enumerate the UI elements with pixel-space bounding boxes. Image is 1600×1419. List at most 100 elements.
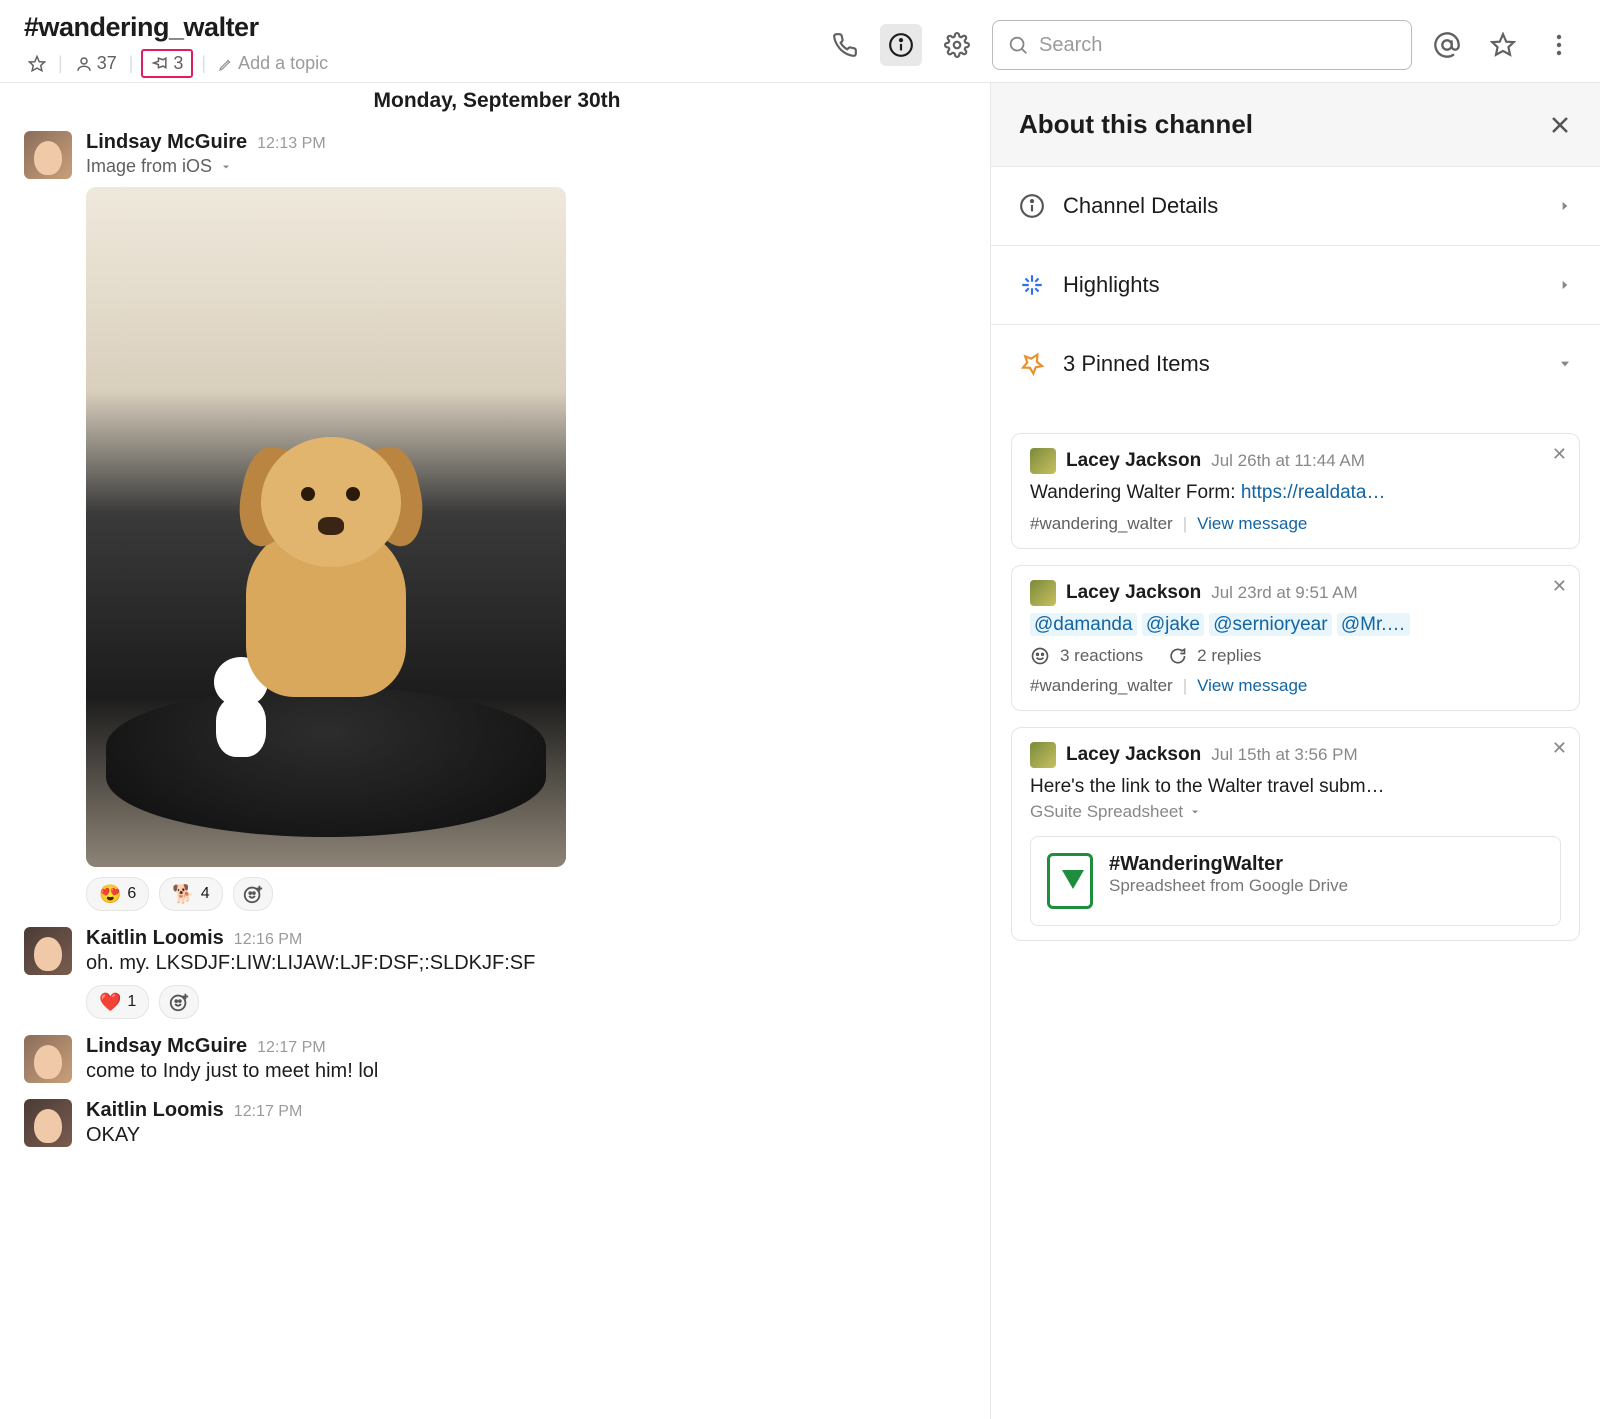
remove-pin-button[interactable]: ✕	[1552, 444, 1567, 465]
info-icon	[1019, 193, 1045, 219]
message: Lindsay McGuire 12:17 PM come to Indy ju…	[24, 1027, 970, 1091]
view-message-link[interactable]: View message	[1197, 676, 1307, 696]
call-button[interactable]	[824, 24, 866, 66]
image-attachment[interactable]	[86, 187, 566, 867]
mentions-button[interactable]	[1426, 24, 1468, 66]
pin-channel: #wandering_walter	[1030, 514, 1173, 534]
at-icon	[1433, 31, 1461, 59]
dog-icon: 🐕	[172, 884, 194, 905]
close-panel-button[interactable]	[1548, 113, 1572, 137]
add-reaction-button[interactable]	[233, 877, 273, 911]
gear-icon	[944, 32, 970, 58]
reactions-count: 3 reactions	[1060, 646, 1143, 666]
more-button[interactable]	[1538, 24, 1580, 66]
heart-icon: ❤️	[99, 992, 121, 1013]
search-box[interactable]	[992, 20, 1412, 70]
pin-author: Lacey Jackson	[1066, 582, 1201, 604]
mention[interactable]: @jake	[1142, 613, 1204, 636]
message-text: OKAY	[86, 1124, 970, 1147]
add-reaction-button[interactable]	[159, 985, 199, 1019]
pinned-item[interactable]: ✕ Lacey Jackson Jul 26th at 11:44 AM Wan…	[1011, 433, 1580, 549]
remove-pin-button[interactable]: ✕	[1552, 738, 1567, 759]
add-topic-button[interactable]: Add a topic	[214, 51, 332, 76]
search-icon	[1007, 34, 1029, 56]
message-time: 12:17 PM	[234, 1103, 302, 1121]
search-input[interactable]	[1039, 34, 1397, 57]
avatar[interactable]	[24, 927, 72, 975]
star-channel-button[interactable]	[24, 53, 50, 75]
pin-time: Jul 15th at 3:56 PM	[1211, 745, 1357, 765]
pin-icon	[151, 55, 169, 73]
date-divider: Monday, September 30th	[24, 89, 970, 113]
highlights-row[interactable]: Highlights	[991, 246, 1600, 325]
avatar[interactable]	[24, 1035, 72, 1083]
avatar	[1030, 742, 1056, 768]
pencil-icon	[218, 56, 234, 72]
channel-name[interactable]: #wandering_walter	[24, 12, 544, 43]
view-message-link[interactable]: View message	[1197, 514, 1307, 534]
settings-button[interactable]	[936, 24, 978, 66]
reaction[interactable]: 😍6	[86, 877, 149, 911]
message-text: come to Indy just to meet him! lol	[86, 1060, 970, 1083]
attachment-title: #WanderingWalter	[1109, 853, 1348, 876]
info-button[interactable]	[880, 24, 922, 66]
message-author[interactable]: Lindsay McGuire	[86, 1035, 247, 1058]
message-author[interactable]: Kaitlin Loomis	[86, 1099, 224, 1122]
pin-time: Jul 23rd at 9:51 AM	[1211, 583, 1357, 603]
message-author[interactable]: Kaitlin Loomis	[86, 927, 224, 950]
channel-details-row[interactable]: Channel Details	[991, 167, 1600, 246]
star-items-button[interactable]	[1482, 24, 1524, 66]
avatar[interactable]	[24, 131, 72, 179]
mention[interactable]: @Mr.…	[1337, 613, 1410, 636]
message-author[interactable]: Lindsay McGuire	[86, 131, 247, 154]
about-panel: About this channel Channel Details Highl…	[990, 83, 1600, 1419]
attachment-type[interactable]: GSuite Spreadsheet	[1030, 802, 1561, 822]
pinned-count-button[interactable]: 3	[141, 49, 193, 78]
pinned-item[interactable]: ✕ Lacey Jackson Jul 15th at 3:56 PM Here…	[1011, 727, 1580, 941]
pin-text: Here's the link to the Walter travel sub…	[1030, 776, 1561, 798]
mention[interactable]: @sernioryear	[1209, 613, 1331, 636]
pinned-items-row[interactable]: 3 Pinned Items	[991, 325, 1600, 403]
reaction[interactable]: ❤️1	[86, 985, 149, 1019]
heart-eyes-icon: 😍	[99, 884, 121, 905]
message-time: 12:13 PM	[257, 135, 325, 153]
message-text: oh. my. LKSDJF:LIW:LIJAW:LJF:DSF;:SLDKJF…	[86, 952, 970, 975]
pin-author: Lacey Jackson	[1066, 450, 1201, 472]
replies-count: 2 replies	[1197, 646, 1261, 666]
reaction[interactable]: 🐕4	[159, 877, 222, 911]
member-count[interactable]: 37	[71, 51, 121, 76]
star-icon	[28, 55, 46, 73]
gdrive-sheet-icon	[1047, 853, 1093, 909]
mention[interactable]: @damanda	[1030, 613, 1137, 636]
panel-title: About this channel	[1019, 109, 1253, 140]
member-count-value: 37	[97, 53, 117, 74]
channel-header: #wandering_walter | 37 | 3 | Add	[0, 0, 1600, 83]
message-list: Monday, September 30th Lindsay McGuire 1…	[0, 83, 990, 1419]
star-icon	[1490, 32, 1516, 58]
topic-placeholder: Add a topic	[238, 53, 328, 74]
pin-link[interactable]: https://realdata…	[1241, 482, 1386, 503]
avatar[interactable]	[24, 1099, 72, 1147]
chevron-right-icon	[1558, 278, 1572, 292]
smile-plus-icon	[168, 991, 190, 1013]
chevron-down-icon	[220, 161, 232, 173]
attachment-label[interactable]: Image from iOS	[86, 156, 970, 177]
pin-author: Lacey Jackson	[1066, 744, 1201, 766]
gsuite-attachment[interactable]: #WanderingWalter Spreadsheet from Google…	[1030, 836, 1561, 926]
avatar	[1030, 580, 1056, 606]
pinned-count-value: 3	[173, 53, 183, 74]
remove-pin-button[interactable]: ✕	[1552, 576, 1567, 597]
close-icon	[1548, 113, 1572, 137]
kebab-icon	[1556, 33, 1562, 57]
phone-icon	[832, 32, 858, 58]
pin-icon	[1019, 351, 1045, 377]
pin-time: Jul 26th at 11:44 AM	[1211, 451, 1365, 471]
sparkle-icon	[1019, 272, 1045, 298]
smile-plus-icon	[242, 883, 264, 905]
chevron-down-icon	[1189, 806, 1201, 818]
pinned-item[interactable]: ✕ Lacey Jackson Jul 23rd at 9:51 AM @dam…	[1011, 565, 1580, 711]
info-icon	[888, 32, 914, 58]
person-icon	[75, 55, 93, 73]
chevron-right-icon	[1558, 199, 1572, 213]
avatar	[1030, 448, 1056, 474]
